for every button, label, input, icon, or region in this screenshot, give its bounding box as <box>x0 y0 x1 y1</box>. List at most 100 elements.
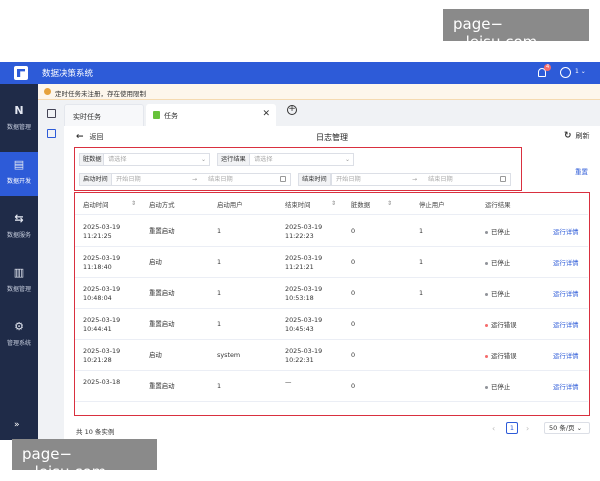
tab-task[interactable]: 任务 ✕ <box>146 104 276 126</box>
sidebar-item-system[interactable]: ⚙ 管理系统 <box>0 314 38 358</box>
back-button[interactable]: ← 返回 <box>76 132 104 142</box>
start-mode: 启动 <box>149 351 162 359</box>
start-date: 2025-03-19 <box>83 254 121 262</box>
page-size-select[interactable]: 50 条/页 ⌄ <box>544 422 590 434</box>
dirty-count: 0 <box>351 382 356 390</box>
end-date-range[interactable]: 开始日期 → 结束日期 <box>331 173 511 186</box>
tab-label: 实时任务 <box>73 113 101 121</box>
start-date: 2025-03-19 <box>83 285 121 293</box>
status-text: 已停止 <box>491 259 511 267</box>
start-date: 2025-03-19 <box>83 347 121 355</box>
status-text: 已停止 <box>491 383 511 391</box>
close-icon[interactable]: ✕ <box>262 109 270 119</box>
stop-user: 1 <box>419 227 424 235</box>
calendar-icon <box>280 176 286 182</box>
run-details-link[interactable]: 运行详情 <box>553 382 579 391</box>
start-mode: 重置启动 <box>149 382 175 390</box>
status-text: 运行错误 <box>491 321 517 329</box>
col-end-time: 结束时间 <box>285 201 311 209</box>
status-dot-icon <box>485 230 488 234</box>
start-mode: 启动 <box>149 258 162 266</box>
start-time: 11:21:25 <box>83 232 112 240</box>
sidebar-item-data-admin[interactable]: ▥ 数据管理 <box>0 260 38 304</box>
col-stop-user: 停止用户 <box>419 201 445 209</box>
sidebar-item-label: 数据管理 <box>6 124 31 131</box>
user-menu[interactable]: 1 ⌄ <box>575 68 586 75</box>
app-screen: 数据决策系统 4 1 ⌄ N 数据管理 ▤ 数据开发 ⇆ 数据服务 ▥ 数据管理… <box>0 62 600 440</box>
notification-badge: 4 <box>544 64 552 71</box>
table-row: 2025-03-19 10:44:41 重置启动 1 2025-03-19 10:45:4… <box>75 309 588 340</box>
start-time: 10:48:04 <box>83 294 112 302</box>
end-date: 2025-03-19 <box>285 347 323 355</box>
sidebar-item-label: 数据服务 <box>6 232 31 239</box>
tab-realtime-task[interactable]: 实时任务 <box>64 104 144 126</box>
start-time: 11:18:40 <box>83 263 112 271</box>
status-dot-icon <box>485 385 488 389</box>
result-filter-label: 运行结果 <box>217 153 250 166</box>
end-date-placeholder: 结束日期 <box>208 176 233 183</box>
table-row: 2025-03-19 11:18:40 启动 1 2025-03-19 11:21:21 0… <box>75 247 588 278</box>
result-select[interactable]: 请选择 ⌄ <box>249 153 354 166</box>
sidebar-item-data-dev[interactable]: ▤ 数据开发 <box>0 152 38 196</box>
sidebar-item-data-mgmt[interactable]: N 数据管理 <box>0 98 38 142</box>
job-placeholder: 请选择 <box>108 156 127 163</box>
start-mode: 重置启动 <box>149 227 175 235</box>
start-date: 2025-03-18 <box>83 378 121 386</box>
run-details-link[interactable]: 运行详情 <box>553 320 579 329</box>
refresh-button[interactable]: ↻ 刷新 <box>564 131 590 141</box>
server-icon: ▤ <box>13 158 25 171</box>
app-title: 数据决策系统 <box>42 69 94 79</box>
sort-icon[interactable]: ⇕ <box>331 200 336 207</box>
status-text: 已停止 <box>491 290 511 298</box>
run-details-link[interactable]: 运行详情 <box>553 227 579 236</box>
reset-button[interactable]: 重置 <box>575 166 588 176</box>
gear-icon: ⚙ <box>14 320 24 333</box>
start-mode: 重置启动 <box>149 320 175 328</box>
dirty-count: 0 <box>351 227 356 235</box>
start-date-placeholder: 开始日期 <box>336 176 361 183</box>
run-details-link[interactable]: 运行详情 <box>553 258 579 267</box>
end-date-placeholder: 结束日期 <box>428 176 453 183</box>
task-icon[interactable] <box>47 129 56 138</box>
status-dot-icon <box>485 354 488 358</box>
start-date-range[interactable]: 开始日期 → 结束日期 <box>111 173 291 186</box>
sidebar-item-label: 数据管理 <box>6 286 31 293</box>
sidebar-item-label: 数据开发 <box>6 178 31 185</box>
page-size-label: 50 条/页 <box>549 424 575 432</box>
sort-icon[interactable]: ⇕ <box>131 200 136 207</box>
prev-page-icon[interactable]: ‹ <box>492 424 495 433</box>
user-avatar-icon[interactable] <box>560 67 571 78</box>
start-time: 10:44:41 <box>83 325 112 333</box>
status-text: 运行错误 <box>491 352 517 360</box>
end-time-label: 结束时间 <box>298 173 331 186</box>
chevron-down-icon: ⌄ <box>344 156 350 163</box>
run-details-link[interactable]: 运行详情 <box>553 289 579 298</box>
tab-strip: 实时任务 任务 ✕ + ··· <box>38 100 600 138</box>
arrow-right-icon: → <box>412 176 418 183</box>
run-details-link[interactable]: 运行详情 <box>553 351 579 360</box>
data-mgmt-icon: N <box>14 104 24 117</box>
end-date: — <box>285 378 292 386</box>
start-user: 1 <box>217 289 222 297</box>
warning-icon <box>44 88 51 95</box>
collapse-sidebar-icon[interactable]: » <box>14 420 20 430</box>
sort-icon[interactable]: ⇕ <box>387 200 392 207</box>
arrow-left-icon: ← <box>76 132 84 142</box>
start-date: 2025-03-19 <box>83 223 121 231</box>
start-user: 1 <box>217 382 222 390</box>
job-filter-label: 脏数据 <box>79 153 106 166</box>
start-time-label: 启动时间 <box>79 173 112 186</box>
start-time: 10:21:28 <box>83 356 112 364</box>
top-bar: 数据决策系统 4 1 ⌄ <box>0 62 600 84</box>
refresh-label: 刷新 <box>575 132 590 140</box>
table-row: 2025-03-19 10:48:04 重置启动 1 2025-03-19 10:53:1… <box>75 278 588 309</box>
next-page-icon[interactable]: › <box>526 424 529 433</box>
stop-user: 1 <box>419 289 424 297</box>
current-page[interactable]: 1 <box>506 422 518 434</box>
add-tab-icon[interactable]: + <box>287 105 297 115</box>
start-date: 2025-03-19 <box>83 316 121 324</box>
sidebar-item-data-service[interactable]: ⇆ 数据服务 <box>0 206 38 250</box>
job-select[interactable]: 请选择 ⌄ <box>103 153 210 166</box>
task-list-icon[interactable] <box>47 109 56 118</box>
stop-user: 1 <box>419 258 424 266</box>
